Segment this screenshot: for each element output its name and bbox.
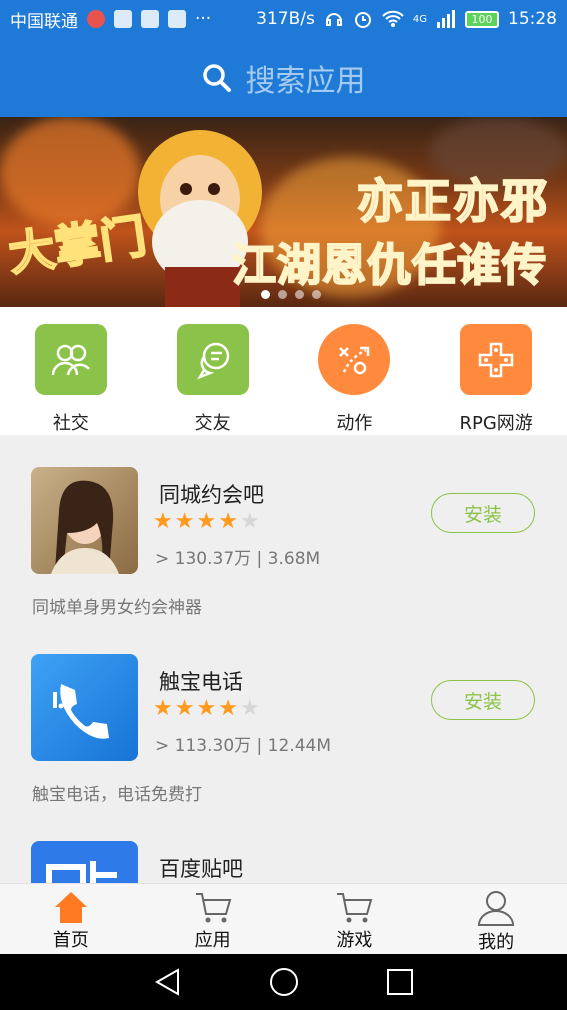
- nav-apps[interactable]: 应用: [142, 884, 284, 954]
- category-dating[interactable]: 交友: [142, 307, 284, 435]
- app-name: 同城约会吧: [159, 483, 264, 507]
- clock: 15:28: [508, 9, 557, 29]
- nav-label: 首页: [52, 930, 89, 951]
- list-item[interactable]: 百度贴吧: [0, 811, 567, 883]
- carrier-label: 中国联通: [10, 11, 78, 32]
- nav-games[interactable]: 游戏: [284, 884, 426, 954]
- cart-icon: [337, 893, 373, 923]
- bottom-nav: 首页 应用 游戏 我的: [0, 883, 567, 954]
- star-icon: ★: [174, 696, 195, 721]
- category-label: RPG网游: [459, 413, 533, 434]
- home-icon: [54, 892, 87, 923]
- star-icon: ★: [153, 509, 173, 534]
- search-placeholder: 搜索应用: [245, 63, 366, 99]
- app-meta: > 130.37万 | 3.68M: [155, 549, 321, 569]
- category-social[interactable]: 社交: [0, 307, 142, 435]
- app-meta: > 113.30万 | 12.44M: [155, 736, 332, 756]
- star-icon: ★: [218, 509, 238, 534]
- promo-banner[interactable]: 大掌门 亦正亦邪 江湖恩仇任谁传: [0, 117, 567, 307]
- pagination-dot[interactable]: [295, 290, 304, 299]
- list-item[interactable]: 触宝电话 ★ ★ ★ ★ ★ > 113.30万 | 12.44M 安装 触宝电话，电话…: [0, 624, 567, 811]
- recent-apps-icon[interactable]: [386, 968, 414, 996]
- home-circle-icon[interactable]: [269, 967, 299, 997]
- wifi-icon: [382, 10, 404, 27]
- system-nav-bar: [0, 954, 567, 1010]
- install-button[interactable]: 安装: [431, 493, 535, 533]
- nav-home[interactable]: 首页: [0, 884, 142, 954]
- banner-title-line2: 江湖恩仇任谁传: [231, 239, 547, 292]
- back-icon[interactable]: [153, 967, 183, 997]
- tieba-icon: [31, 841, 138, 883]
- nav-label: 我的: [478, 932, 515, 953]
- usb-icon: [141, 10, 159, 28]
- category-rpg[interactable]: RPG网游: [425, 307, 567, 435]
- install-button[interactable]: 安装: [431, 680, 535, 720]
- tactics-icon: [318, 324, 391, 395]
- search-bar[interactable]: 搜索应用: [202, 56, 366, 100]
- category-action[interactable]: 动作: [284, 307, 426, 435]
- list-item[interactable]: 同城约会吧 ★ ★ ★ ★ ★ > 130.37万 | 3.68M 安装 同城单身男女约…: [0, 437, 567, 624]
- star-icon: ★: [218, 696, 238, 721]
- star-icon: ★: [153, 696, 173, 721]
- star-icon: ★: [239, 696, 260, 721]
- banner-pagination: [261, 290, 321, 299]
- more-notifications-icon: ···: [195, 9, 212, 29]
- status-bar: 中国联通 ··· 317B/s 4G 100 15:28: [0, 0, 567, 38]
- category-label: 交友: [194, 413, 231, 434]
- category-label: 社交: [52, 413, 89, 434]
- nav-label: 应用: [194, 930, 231, 951]
- heart-notification-icon: [114, 10, 132, 28]
- header: 搜索应用: [0, 38, 567, 117]
- people-icon: [34, 324, 107, 395]
- network-type: 4G: [412, 13, 427, 25]
- nav-label: 游戏: [336, 930, 373, 951]
- pagination-dot[interactable]: [278, 290, 287, 299]
- chat-icon: [176, 324, 249, 395]
- pagination-dot[interactable]: [312, 290, 321, 299]
- netease-notification-icon: [87, 10, 105, 28]
- star-icon: ★: [174, 509, 195, 534]
- star-rating: ★ ★ ★ ★ ★: [153, 511, 260, 533]
- signal-icon: [437, 10, 455, 28]
- alarm-icon: [354, 12, 371, 28]
- image-notification-icon: [168, 10, 186, 28]
- headphones-icon: [325, 13, 342, 26]
- gamepad-icon: [460, 324, 533, 395]
- app-description: 同城单身男女约会神器: [32, 598, 202, 618]
- star-icon: ★: [196, 509, 217, 534]
- app-name: 百度贴吧: [159, 857, 243, 881]
- user-icon: [478, 891, 515, 926]
- cart-icon: [195, 893, 231, 923]
- app-name: 触宝电话: [159, 670, 243, 694]
- star-rating: ★ ★ ★ ★ ★: [153, 698, 260, 720]
- category-bar: 社交 交友 动作 RPG网游: [0, 307, 567, 435]
- pagination-dot[interactable]: [261, 290, 270, 299]
- search-icon: [202, 63, 231, 92]
- nav-profile[interactable]: 我的: [425, 884, 567, 954]
- battery-icon: 100: [465, 10, 499, 28]
- star-icon: ★: [239, 509, 260, 534]
- banner-title-line1: 亦正亦邪: [356, 173, 549, 229]
- network-speed: 317B/s: [256, 9, 315, 29]
- phone-icon: [31, 654, 138, 761]
- star-icon: ★: [196, 696, 217, 721]
- portrait-icon: [31, 467, 138, 574]
- app-description: 触宝电话，电话免费打: [32, 785, 202, 805]
- category-label: 动作: [336, 413, 373, 434]
